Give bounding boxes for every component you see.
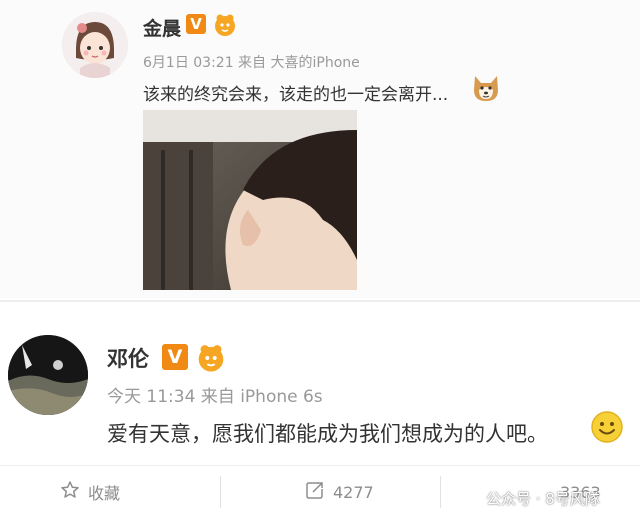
action-divider [440, 476, 441, 508]
shiba-dog-emoji-icon [470, 72, 502, 104]
post-meta-time-source: 今天 11:34 来自 iPhone 6s [107, 387, 323, 407]
username-jinchen[interactable]: 金晨 [143, 14, 181, 41]
verified-badge: V [162, 344, 188, 370]
wechat-watermark: 公众号 · 8号风隊 [458, 485, 600, 511]
repost-button[interactable]: 4277 [305, 466, 374, 518]
smile-emoji-icon [590, 410, 624, 444]
favorite-button[interactable]: 收藏 [60, 466, 120, 518]
weibo-post-jinchen: 金晨 V 6月1日 03:21 来自 大喜的iPhone 该来的终究会来，该走的… [0, 0, 640, 298]
wechat-official-account-icon [458, 487, 480, 509]
verified-badge: V [186, 14, 206, 34]
username-denglun[interactable]: 邓伦 [107, 343, 149, 373]
vip-member-icon [195, 342, 227, 374]
watermark-text: 公众号 · 8号风隊 [486, 489, 600, 508]
post-photo[interactable] [143, 110, 357, 290]
avatar-denglun[interactable] [8, 335, 88, 415]
vip-member-icon [212, 12, 238, 38]
repost-count: 4277 [333, 482, 374, 502]
star-icon [60, 480, 80, 504]
post-content: 爱有天意，愿我们都能成为我们想成为的人吧。 [107, 422, 548, 446]
favorite-label: 收藏 [88, 484, 121, 503]
repost-icon [305, 480, 325, 504]
post-content: 该来的终究会来，该走的也一定会离开... [143, 85, 449, 105]
action-divider [220, 476, 221, 508]
avatar-jinchen[interactable] [62, 12, 128, 78]
post-meta-time-source: 6月1日 03:21 来自 大喜的iPhone [143, 55, 360, 71]
